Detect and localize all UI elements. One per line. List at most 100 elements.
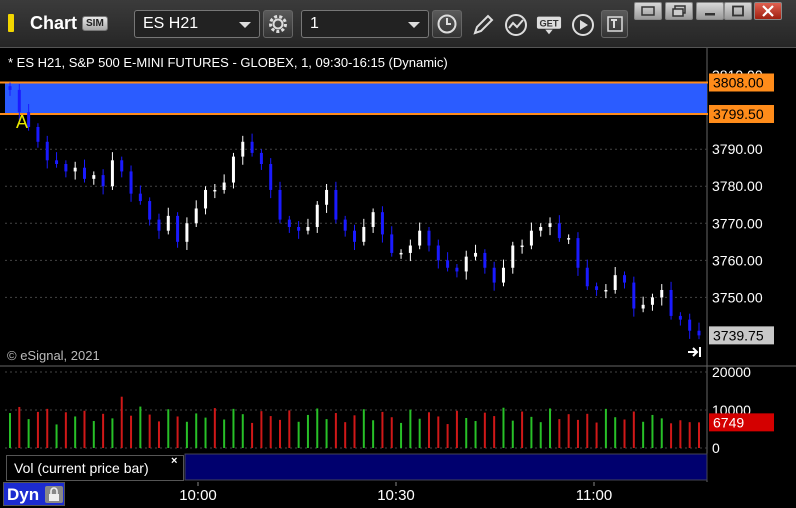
volume-bar xyxy=(120,396,123,448)
volume-tick-label: 20000 xyxy=(712,364,751,380)
candle-body xyxy=(82,167,86,179)
chevron-down-icon[interactable] xyxy=(408,22,420,28)
maximize-icon xyxy=(732,5,744,17)
candle-body xyxy=(613,275,617,290)
scroll-to-end-icon[interactable] xyxy=(688,347,701,357)
pin-button[interactable] xyxy=(634,2,662,20)
volume-bar xyxy=(567,414,570,448)
minimize-button[interactable] xyxy=(696,2,724,20)
close-icon xyxy=(762,5,774,17)
candle-body xyxy=(539,226,543,231)
price-zone[interactable] xyxy=(5,82,707,114)
volume-study-label[interactable]: Vol (current price bar) xyxy=(6,455,184,481)
volume-bars xyxy=(9,396,700,448)
volume-bar xyxy=(660,418,663,448)
last-price-badge: 3739.75 xyxy=(709,326,774,345)
candle-body xyxy=(399,252,403,255)
candle-body xyxy=(287,219,291,227)
last-volume-badge: 6749 xyxy=(709,413,774,432)
dyn-button[interactable]: Dyn xyxy=(3,482,65,506)
volume-bar xyxy=(381,411,384,448)
candle-body xyxy=(17,89,21,113)
candle-body xyxy=(92,175,96,179)
volume-bar xyxy=(213,408,216,448)
volume-bar xyxy=(670,423,673,448)
volume-bar xyxy=(455,410,458,448)
y-tick-label: 3790.00 xyxy=(712,141,763,157)
candle-body xyxy=(455,267,459,272)
candles xyxy=(8,82,701,340)
volume-bar xyxy=(446,424,449,448)
chart-toolbar: Chart SIM ES H21 1 GET xyxy=(0,0,796,48)
candle-body xyxy=(166,215,170,231)
volume-bar xyxy=(362,409,365,448)
candle-body xyxy=(269,164,273,190)
volume-bar xyxy=(539,422,542,448)
candle-body xyxy=(73,167,77,172)
template-button[interactable] xyxy=(601,10,628,38)
candle-body xyxy=(250,141,254,153)
volume-bar xyxy=(185,421,188,448)
clock-icon xyxy=(437,14,457,34)
interval-combo[interactable]: 1 xyxy=(301,10,429,38)
candle-body xyxy=(306,226,310,231)
candle-body xyxy=(194,208,198,224)
x-tick-label: 10:00 xyxy=(179,487,217,504)
price-chart[interactable]: 3810.003800.003790.003780.003770.003760.… xyxy=(0,48,796,508)
x-tick-label: 11:00 xyxy=(576,487,612,504)
studies-icon[interactable] xyxy=(503,12,529,38)
volume-bar xyxy=(260,411,263,448)
close-study-button[interactable]: × xyxy=(171,455,177,467)
volume-bar xyxy=(400,422,403,448)
volume-bar xyxy=(111,418,114,448)
play-icon[interactable] xyxy=(570,12,596,38)
volume-bar xyxy=(27,419,30,448)
volume-bar xyxy=(204,417,207,448)
chevron-down-icon[interactable] xyxy=(239,22,251,28)
maximize-button[interactable] xyxy=(724,2,752,20)
volume-bar xyxy=(493,416,496,448)
candle-body xyxy=(353,230,356,242)
candle-body xyxy=(548,223,552,227)
get-data-icon[interactable]: GET xyxy=(536,12,562,38)
candle-body xyxy=(148,201,152,220)
volume-bar xyxy=(251,422,254,448)
link-color-tab[interactable] xyxy=(8,14,14,32)
candle-body xyxy=(567,238,571,240)
svg-text:6749: 6749 xyxy=(713,414,744,430)
volume-tick-label: 0 xyxy=(712,440,720,456)
volume-bar xyxy=(269,416,272,448)
close-button[interactable] xyxy=(754,2,782,20)
candle-body xyxy=(427,230,431,246)
volume-bar xyxy=(604,408,607,448)
draw-pencil-icon[interactable] xyxy=(470,12,496,38)
candle-body xyxy=(660,289,664,298)
volume-bar xyxy=(46,408,49,448)
volume-bar xyxy=(688,422,691,448)
volume-bar xyxy=(316,408,319,448)
lock-icon[interactable] xyxy=(45,486,63,503)
candle-body xyxy=(120,160,124,172)
restore-button[interactable] xyxy=(665,2,693,20)
volume-bar xyxy=(521,411,524,448)
template-icon xyxy=(606,16,623,32)
candle-body xyxy=(483,252,487,268)
svg-text:3739.75: 3739.75 xyxy=(713,327,764,343)
volume-bar xyxy=(148,414,151,448)
candle-body xyxy=(632,282,636,309)
candle-body xyxy=(334,189,338,220)
settings-button[interactable] xyxy=(263,10,293,38)
volume-bar xyxy=(279,419,282,448)
marker-a-label[interactable]: A xyxy=(16,112,28,132)
candle-body xyxy=(511,245,515,268)
candle-body xyxy=(297,226,301,231)
volume-bar xyxy=(511,420,514,448)
time-button[interactable] xyxy=(432,10,462,38)
volume-footer-band xyxy=(184,453,708,481)
candle-body xyxy=(474,252,478,257)
volume-bar xyxy=(474,421,477,448)
volume-bar xyxy=(223,419,226,448)
candle-body xyxy=(8,86,12,90)
candle-body xyxy=(595,286,599,290)
symbol-combo[interactable]: ES H21 xyxy=(134,10,260,38)
